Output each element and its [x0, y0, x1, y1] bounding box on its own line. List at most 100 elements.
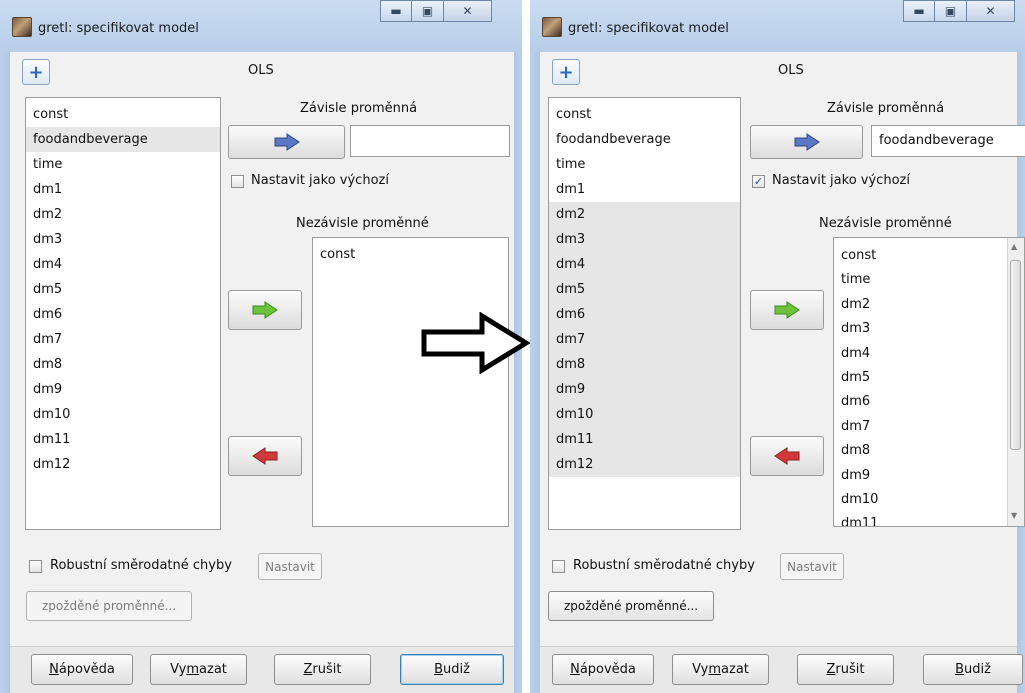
dependent-variable-label: Závisle proměnná	[827, 101, 945, 116]
list-item[interactable]: dm10	[834, 488, 1024, 512]
list-item[interactable]: time	[834, 268, 1024, 292]
list-item[interactable]: dm8	[549, 352, 740, 377]
set-dependent-button[interactable]	[228, 125, 345, 159]
list-item[interactable]: dm3	[26, 227, 220, 252]
window-title: gretl: specifikovat model	[568, 21, 729, 36]
window-controls: ▬ ▣ ✕	[380, 0, 492, 22]
list-item[interactable]: dm5	[549, 277, 740, 302]
minimize-icon[interactable]: ▬	[903, 0, 935, 22]
variable-list[interactable]: const foodandbeverage time dm1 dm2 dm3 d…	[548, 97, 741, 530]
list-item[interactable]: dm2	[26, 202, 220, 227]
set-default-checkbox[interactable]	[231, 175, 244, 188]
vertical-scrollbar[interactable]: ▲ ▼	[1007, 238, 1024, 526]
list-item[interactable]: const	[549, 102, 740, 127]
gretl-app-icon	[542, 17, 562, 37]
set-dependent-button[interactable]	[750, 125, 863, 159]
dependent-variable-field[interactable]: foodandbeverage	[871, 125, 1025, 157]
cancel-button-label: Zrušit	[826, 662, 865, 677]
list-item[interactable]: dm4	[834, 342, 1024, 366]
list-item[interactable]: dm11	[834, 512, 1024, 526]
plus-icon[interactable]: +	[22, 59, 50, 85]
list-item[interactable]: dm3	[549, 227, 740, 252]
list-item[interactable]: dm8	[834, 439, 1024, 463]
robust-errors-checkbox[interactable]	[29, 560, 42, 573]
list-item[interactable]: foodandbeverage	[549, 127, 740, 152]
scrollbar-thumb[interactable]	[1010, 260, 1021, 450]
arrow-right-blue-icon	[274, 133, 300, 151]
list-item[interactable]: dm11	[26, 427, 220, 452]
list-item[interactable]: dm2	[549, 202, 740, 227]
cancel-button[interactable]: Zrušit	[274, 654, 371, 685]
list-item[interactable]: dm7	[834, 415, 1024, 439]
robust-errors-label: Robustní směrodatné chyby	[50, 558, 232, 573]
list-item[interactable]: const	[313, 243, 508, 267]
list-item[interactable]: dm7	[549, 327, 740, 352]
remove-independent-button[interactable]	[750, 436, 824, 476]
list-item[interactable]: dm1	[549, 177, 740, 202]
maximize-icon[interactable]: ▣	[412, 0, 444, 22]
independent-variables-list[interactable]: const time dm2 dm3 dm4 dm5 dm6 dm7 dm8 d…	[833, 237, 1025, 527]
close-icon[interactable]: ✕	[444, 0, 492, 22]
list-item[interactable]: dm12	[26, 452, 220, 477]
list-item[interactable]: dm6	[549, 302, 740, 327]
list-item[interactable]: dm2	[834, 293, 1024, 317]
robust-errors-checkbox[interactable]	[552, 560, 565, 573]
list-item[interactable]: dm5	[26, 277, 220, 302]
configure-button[interactable]: Nastavit	[258, 553, 322, 580]
independent-variables-list[interactable]: const	[312, 237, 509, 527]
list-item[interactable]: const	[26, 102, 220, 127]
ok-button-label: Budiž	[434, 662, 470, 677]
robust-errors-label: Robustní směrodatné chyby	[573, 558, 755, 573]
list-item[interactable]: dm11	[549, 427, 740, 452]
plus-icon[interactable]: +	[552, 59, 580, 85]
list-item[interactable]: dm9	[834, 464, 1024, 488]
ok-button-label: Budiž	[955, 662, 991, 677]
lagged-variables-button[interactable]: zpožděné proměnné...	[26, 591, 192, 621]
arrow-right-outline-icon	[421, 312, 531, 374]
clear-button-label: Vymazat	[170, 662, 227, 677]
list-item[interactable]: dm10	[549, 402, 740, 427]
list-item[interactable]: time	[26, 152, 220, 177]
clear-button-label: Vymazat	[692, 662, 749, 677]
window-controls: ▬ ▣ ✕	[903, 0, 1015, 22]
help-button[interactable]: Nápověda	[552, 654, 654, 685]
dialog-body: + OLS const foodandbeverage time dm1 dm2…	[540, 52, 1025, 647]
close-icon[interactable]: ✕	[967, 0, 1015, 22]
list-item[interactable]: dm9	[26, 377, 220, 402]
variable-list[interactable]: const foodandbeverage time dm1 dm2 dm3 d…	[25, 97, 221, 530]
help-button[interactable]: Nápověda	[31, 654, 133, 685]
list-item[interactable]: dm6	[26, 302, 220, 327]
lagged-variables-button[interactable]: zpožděné proměnné...	[548, 591, 714, 621]
ok-button[interactable]: Budiž	[923, 654, 1023, 685]
list-item[interactable]: dm3	[834, 317, 1024, 341]
cancel-button[interactable]: Zrušit	[797, 654, 894, 685]
list-item[interactable]: dm10	[26, 402, 220, 427]
list-item[interactable]: time	[549, 152, 740, 177]
list-item[interactable]: dm4	[26, 252, 220, 277]
list-item[interactable]: dm6	[834, 390, 1024, 414]
estimator-label: OLS	[248, 63, 274, 78]
dependent-variable-label: Závisle proměnná	[300, 101, 418, 116]
ok-button[interactable]: Budiž	[400, 654, 504, 685]
dependent-variable-field[interactable]	[350, 125, 510, 157]
configure-button[interactable]: Nastavit	[780, 553, 844, 580]
add-independent-button[interactable]	[228, 290, 302, 330]
scroll-down-icon[interactable]: ▼	[1011, 511, 1017, 520]
minimize-icon[interactable]: ▬	[380, 0, 412, 22]
add-independent-button[interactable]	[750, 290, 824, 330]
scroll-up-icon[interactable]: ▲	[1011, 242, 1017, 251]
list-item[interactable]: const	[834, 244, 1024, 268]
clear-button[interactable]: Vymazat	[150, 654, 247, 685]
list-item[interactable]: dm12	[549, 452, 740, 477]
list-item[interactable]: dm5	[834, 366, 1024, 390]
list-item[interactable]: dm8	[26, 352, 220, 377]
list-item[interactable]: dm9	[549, 377, 740, 402]
list-item[interactable]: dm7	[26, 327, 220, 352]
remove-independent-button[interactable]	[228, 436, 302, 476]
clear-button[interactable]: Vymazat	[672, 654, 769, 685]
list-item[interactable]: foodandbeverage	[26, 127, 220, 152]
list-item[interactable]: dm4	[549, 252, 740, 277]
set-default-checkbox[interactable]: ✓	[752, 175, 765, 188]
list-item[interactable]: dm1	[26, 177, 220, 202]
maximize-icon[interactable]: ▣	[935, 0, 967, 22]
